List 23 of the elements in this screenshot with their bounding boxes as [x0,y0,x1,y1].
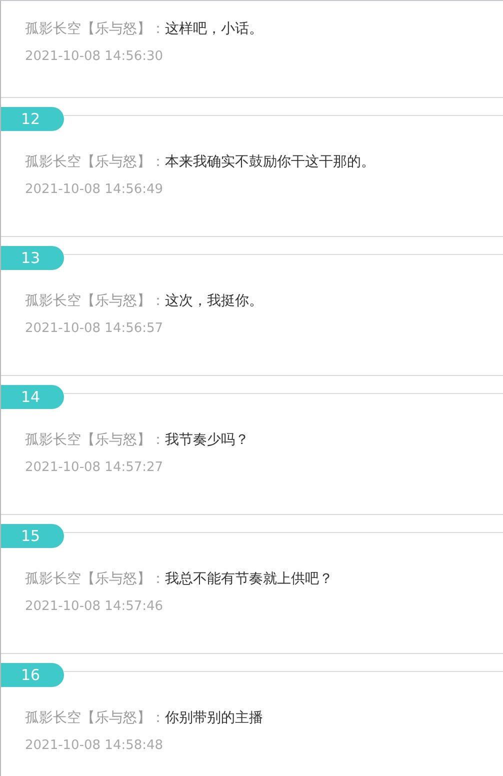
speaker-name: 孤影长空【乐与怒】： [25,154,165,170]
message-text: 这样吧，小话。 [165,21,263,37]
floor-number: 13 [1,246,64,270]
speaker-name: 孤影长空【乐与怒】： [25,432,165,448]
message-text: 你别带别的主播 [165,710,263,726]
speaker-name: 孤影长空【乐与怒】： [25,293,165,309]
timestamp: 2021-10-08 14:56:57 [24,320,164,338]
timestamp: 2021-10-08 14:56:30 [24,48,164,66]
timestamp: 2021-10-08 14:58:48 [24,737,164,755]
speaker-name: 孤影长空【乐与怒】： [25,710,165,726]
message-text: 我总不能有节奏就上供吧？ [165,571,333,587]
timestamp: 2021-10-08 14:57:27 [24,459,164,477]
message-text: 我节奏少吗？ [165,432,249,448]
floor-number: 14 [1,385,64,409]
message-text: 这次，我挺你。 [165,293,263,309]
timestamp: 2021-10-08 14:57:46 [24,598,164,616]
floor-number: 12 [1,107,64,131]
timestamp: 2021-10-08 14:56:49 [24,181,164,199]
speaker-name: 孤影长空【乐与怒】： [25,21,165,37]
speaker-name: 孤影长空【乐与怒】： [25,571,165,587]
message-text: 本来我确实不鼓励你干这干那的。 [165,154,375,170]
floor-number: 15 [1,524,64,548]
floor-number: 16 [1,663,64,687]
